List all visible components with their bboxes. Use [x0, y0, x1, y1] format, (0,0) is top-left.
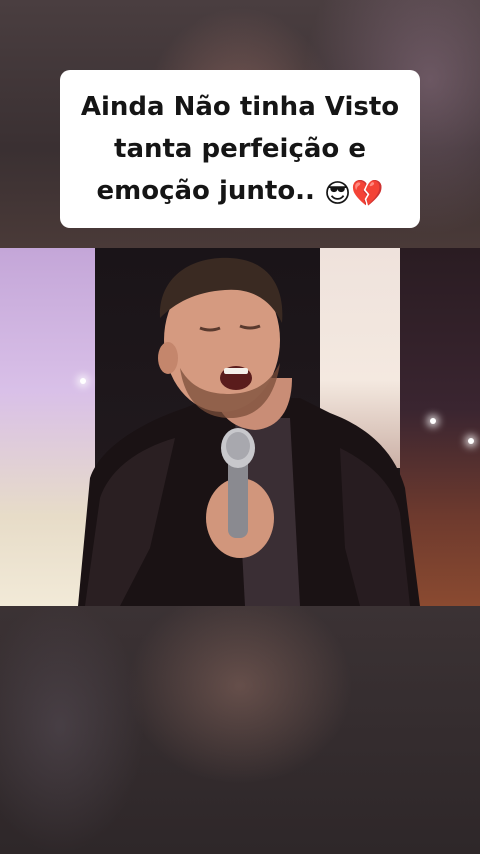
sunglasses-emoji-icon: 😎: [324, 179, 352, 209]
caption-line-1: Ainda Não tinha Visto: [80, 92, 400, 122]
video-frame[interactable]: [0, 248, 480, 606]
broken-heart-emoji-icon: 💔: [351, 179, 384, 209]
caption-text: Ainda Não tinha Visto tanta perfeição e …: [81, 86, 399, 212]
caption-line-2: tanta perfeição e: [114, 134, 366, 164]
caption-box: Ainda Não tinha Visto tanta perfeição e …: [60, 70, 420, 228]
performer-video-icon: [78, 257, 420, 606]
blurred-background-bottom: [0, 606, 480, 854]
caption-line-3: emoção junto..: [96, 176, 315, 206]
video-post-screen: Ainda Não tinha Visto tanta perfeição e …: [0, 0, 480, 854]
